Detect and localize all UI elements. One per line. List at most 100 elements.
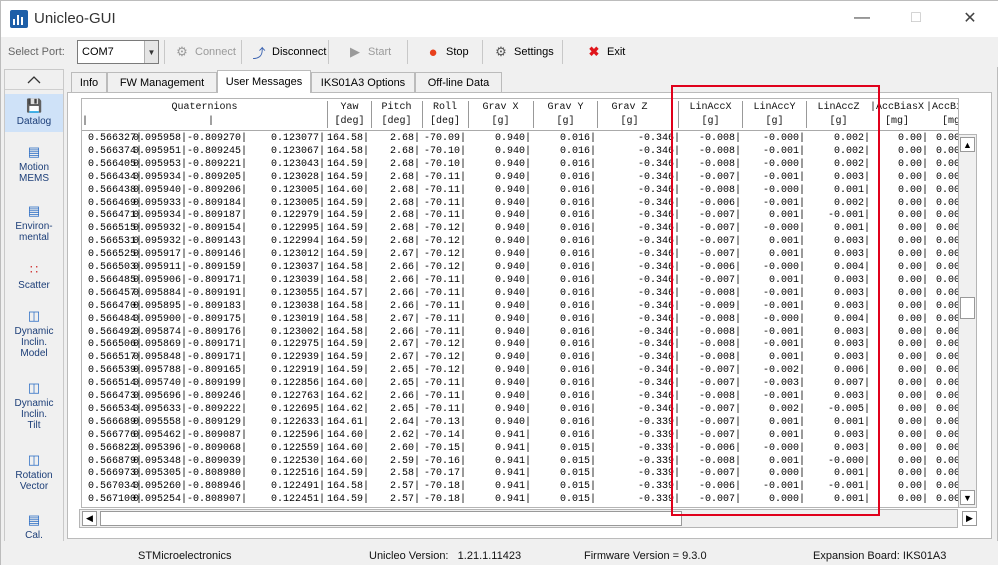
table-cell: 0.00: [935, 403, 959, 415]
sidebar-item-datalog[interactable]: 💾 Datalog: [5, 94, 63, 132]
table-row: 0.566484| 0.095900|-0.809175| 0.123019| 164…: [82, 313, 959, 327]
table-cell: 0.00: [935, 158, 959, 170]
scroll-right-icon[interactable]: ▶: [962, 511, 977, 526]
sidebar-item-rotation-vector[interactable]: ◫ Rotation Vector: [5, 452, 63, 492]
port-value: COM7: [82, 46, 114, 58]
table-cell: 0.00: [935, 145, 959, 157]
table-cell: 0.00: [935, 442, 959, 454]
stop-label: Stop: [446, 46, 469, 58]
app-logo-icon: [10, 10, 28, 28]
sidebar-item-cal[interactable]: ▤ Cal.: [5, 512, 63, 541]
table-row: 0.566515| 0.095932|-0.809154| 0.122995| 164…: [82, 223, 959, 236]
sidebar-item-label: Rotation Vector: [15, 470, 53, 492]
status-bar: STMicroelectronics Unicleo Version: 1.21…: [1, 541, 998, 565]
exit-button[interactable]: ✖ Exit: [586, 41, 626, 63]
table-row: 0.566457| 0.095884|-0.809191| 0.123055| 164…: [82, 288, 958, 301]
table-cell: 0.00: [935, 481, 959, 493]
sidebar-item-label: Cal.: [25, 530, 43, 541]
minimize-icon[interactable]: —: [839, 1, 885, 35]
sidebar-item-dynamic-inclin-tilt[interactable]: ◫ Dynamic Inclin. Tilt: [5, 380, 63, 431]
table-row: 0.566503| 0.095911|-0.809159| 0.123037| 164…: [82, 262, 959, 275]
connect-label: Connect: [195, 46, 236, 58]
table-cell: 0.00: [935, 210, 959, 222]
table-row: 0.566492| 0.095874|-0.809176| 0.123002| 164…: [82, 327, 958, 340]
close-icon[interactable]: ✕: [947, 1, 993, 35]
maximize-icon[interactable]: □: [893, 1, 939, 35]
table-cell: 0.00: [935, 262, 959, 273]
table-row: 0.566534| 0.095633|-0.809222| 0.122695| 164…: [82, 403, 959, 417]
scroll-down-icon[interactable]: ▼: [960, 490, 975, 505]
table-row: 0.566514| 0.095740|-0.809199| 0.122856| 164…: [82, 378, 958, 391]
grid-header: Quaternions | | | Yaw [deg] Pitch [deg] …: [82, 99, 958, 131]
header-linacc-z: LinAccZ: [817, 102, 860, 113]
table-cell: 0.00: [935, 171, 959, 183]
table-row: 0.566471| 0.095934|-0.809187| 0.122979| 164…: [82, 210, 959, 223]
scroll-left-icon[interactable]: ◀: [82, 511, 97, 526]
table-row: 0.566776| 0.095462|-0.809087| 0.122596| 164…: [82, 430, 958, 443]
table-row: 0.566539| 0.095788|-0.809165| 0.122919| 164…: [82, 365, 958, 378]
table-row: 0.566689| 0.095558|-0.809129| 0.122633| 164…: [82, 417, 958, 430]
header-grav-z-unit: [g]: [620, 116, 639, 127]
table-cell: 0.00: [935, 223, 959, 235]
car-icon: ◫: [27, 308, 41, 323]
header-grav-y-unit: [g]: [556, 116, 575, 127]
car-icon: ◫: [27, 380, 41, 395]
app-window: Unicleo-GUI — □ ✕ Select Port: COM7 ▼ ⚙ …: [0, 0, 998, 565]
table-row: 0.566485| 0.095906|-0.809171| 0.123039| 164…: [82, 275, 958, 288]
exit-x-icon: ✖: [588, 44, 600, 59]
table-cell: 0.00: [935, 184, 959, 196]
start-label: Start: [368, 46, 392, 58]
status-firmware: Firmware Version = 9.3.0: [584, 550, 707, 562]
status-expansion-board: Expansion Board: IKS01A3: [813, 550, 947, 562]
tab-user-messages[interactable]: User Messages: [217, 70, 311, 93]
chevron-down-icon[interactable]: ▼: [144, 41, 158, 63]
table-row: 0.566822| 0.095396|-0.809068| 0.122559| 164…: [82, 442, 959, 456]
disconnect-button[interactable]: ⤴ Disconnect: [251, 41, 326, 63]
vertical-scrollbar[interactable]: ▲ ▼: [958, 134, 977, 508]
play-icon: ▶: [350, 44, 360, 59]
table-row: 0.566438| 0.095940|-0.809206| 0.123005| 164…: [82, 184, 959, 198]
header-accbias-y: |AccBias: [926, 102, 958, 113]
sidebar-item-label: Environ- mental: [15, 221, 53, 243]
header-grav-x: Grav X: [482, 102, 519, 113]
settings-label: Settings: [514, 46, 554, 58]
tab-fw-management[interactable]: FW Management: [107, 72, 217, 92]
toolbar-separator: [241, 40, 242, 64]
tab-iks01a3-options[interactable]: IKS01A3 Options: [311, 72, 415, 92]
header-linacc-y-unit: [g]: [765, 116, 784, 127]
plug-icon: ⚙: [176, 44, 188, 59]
start-button[interactable]: ▶ Start: [347, 41, 391, 63]
port-select[interactable]: COM7 ▼: [77, 40, 159, 64]
table-cell: 0.00: [935, 313, 959, 325]
sidebar-item-dynamic-inclin-model[interactable]: ◫ Dynamic Inclin. Model: [5, 308, 63, 359]
table-cell: 0.00: [935, 468, 959, 480]
sidebar-item-scatter[interactable]: ∷ Scatter: [5, 262, 63, 291]
vertical-scroll-thumb[interactable]: [960, 297, 975, 319]
table-row: 0.566434| 0.095934|-0.809205| 0.123028| 164…: [82, 171, 959, 185]
table-cell: 0.00: [935, 197, 959, 209]
chevron-up-icon[interactable]: [5, 70, 63, 90]
table-row: 0.566525| 0.095917|-0.809146| 0.123012| 164…: [82, 249, 958, 262]
table-cell: 0.00: [935, 391, 959, 402]
toolbar-separator: [407, 40, 408, 64]
toolbar-separator: [562, 40, 563, 64]
table-row: 0.566470| 0.095895|-0.809183| 0.123038| 164…: [82, 301, 958, 314]
horizontal-scroll-thumb[interactable]: [100, 511, 682, 526]
connect-button[interactable]: ⚙ Connect: [174, 41, 236, 63]
sidebar-item-motion-mems[interactable]: ▤ Motion MEMS: [5, 144, 63, 184]
sidebar-item-label: Motion MEMS: [18, 162, 49, 184]
tab-offline-data[interactable]: Off-line Data: [415, 72, 502, 92]
scroll-up-icon[interactable]: ▲: [960, 137, 975, 152]
port-label: Select Port:: [8, 46, 65, 58]
settings-button[interactable]: ⚙ Settings: [493, 41, 554, 63]
header-linacc-y: LinAccY: [753, 102, 796, 113]
tab-info[interactable]: Info: [71, 72, 107, 92]
sidebar-item-environmental[interactable]: ▤ Environ- mental: [5, 203, 63, 243]
header-linacc-x-unit: [g]: [701, 116, 720, 127]
toolbar-separator: [482, 40, 483, 64]
table-row: 0.566517| 0.095848|-0.809171| 0.122939| 164…: [82, 352, 958, 365]
header-linacc-z-unit: [g]: [829, 116, 848, 127]
header-grav-y: Grav Y: [547, 102, 584, 113]
horizontal-scrollbar[interactable]: ◀ ▶: [79, 509, 977, 528]
stop-button[interactable]: ● Stop: [425, 41, 469, 63]
